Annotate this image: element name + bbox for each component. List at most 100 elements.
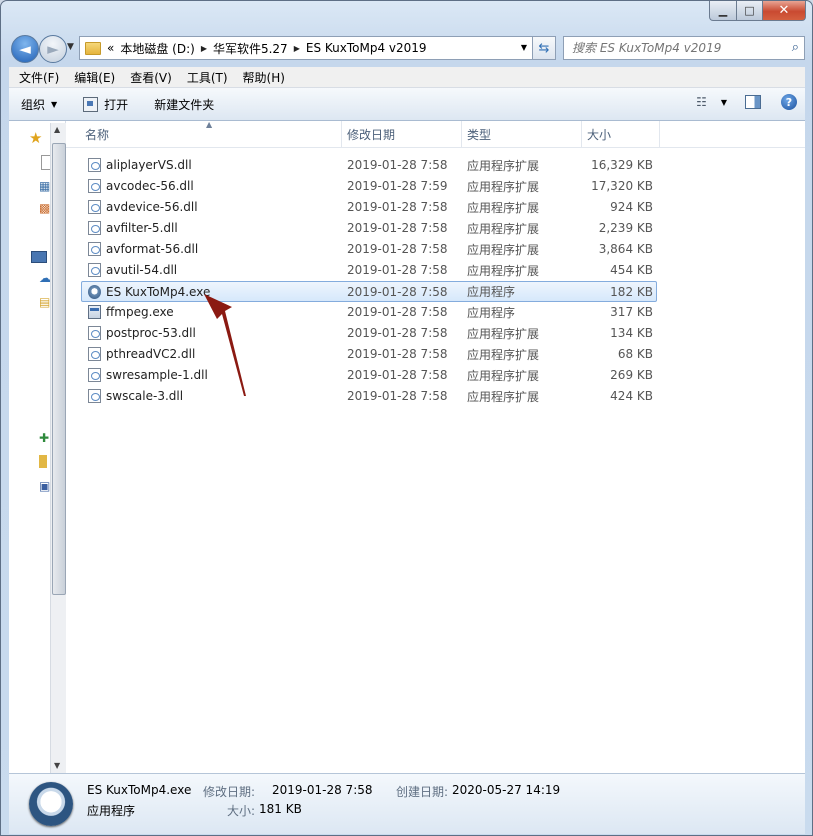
scrollbar-thumb[interactable] [52,143,66,595]
file-row[interactable]: postproc-53.dll 2019-01-28 7:58 应用程序扩展 134 … [82,323,656,343]
search-icon[interactable]: ⌕ [792,40,799,55]
view-options-dropdown[interactable]: ▼ [721,98,727,107]
file-list: ▲ 名称 修改日期 类型 大小 aliplayerVS.dll 2019-01-2… [66,120,805,773]
menu-bar: 文件(F) 编辑(E) 查看(V) 工具(T) 帮助(H) [9,67,805,88]
refresh-button[interactable]: ⇆ [532,36,556,60]
file-name: avfilter-5.dll [106,221,178,235]
file-row[interactable]: swresample-1.dll 2019-01-28 7:58 应用程序扩展 269… [82,365,656,385]
drive-icon[interactable] [39,455,47,468]
forward-button[interactable]: ► [39,35,67,63]
file-size: 68 KB [617,347,653,361]
breadcrumb-overflow[interactable]: « [107,41,114,55]
file-size: 2,239 KB [598,221,653,235]
downloads-icon[interactable]: ▦ [39,179,50,193]
column-size-header[interactable]: 大小 [582,121,660,147]
organize-button[interactable]: 组织 ▼ [21,96,57,113]
file-row[interactable]: ffmpeg.exe 2019-01-28 7:58 应用程序 317 KB [82,302,656,322]
breadcrumb-local-disk[interactable]: 本地磁盘 (D:) [120,40,194,57]
file-name: ffmpeg.exe [106,305,174,319]
details-pane: ES KuxToMp4.exe 应用程序 修改日期: 2019-01-28 7:… [9,773,805,834]
file-name: avdevice-56.dll [106,200,198,214]
file-row[interactable]: ES KuxToMp4.exe 2019-01-28 7:58 应用程序 182 KB [81,281,657,302]
breadcrumb-current-folder[interactable]: ES KuxToMp4 v2019 [306,41,427,55]
breadcrumb-separator[interactable]: ▶ [294,44,300,53]
file-size: 17,320 KB [591,179,653,193]
file-row[interactable]: swscale-3.dll 2019-01-28 7:58 应用程序扩展 424 KB [82,386,656,406]
dll-file-icon [88,158,101,172]
file-date: 2019-01-28 7:58 [347,242,448,256]
details-size-value: 181 KB [259,802,302,816]
file-size: 16,329 KB [591,158,653,172]
file-name: swscale-3.dll [106,389,184,403]
file-row[interactable]: aliplayerVS.dll 2019-01-28 7:58 应用程序扩展 16,3… [82,155,656,175]
file-name: aliplayerVS.dll [106,158,192,172]
favorites-star-icon[interactable]: ★ [29,129,42,147]
recent-places-icon[interactable]: ▩ [39,201,50,215]
scroll-up-arrow-icon[interactable]: ▲ [54,125,60,134]
dll-file-icon [88,221,101,235]
dll-file-icon [88,368,101,382]
libraries-icon[interactable] [31,251,47,263]
column-name-header[interactable]: 名称 [66,121,342,147]
file-row[interactable]: avutil-54.dll 2019-01-28 7:58 应用程序扩展 454 KB [82,260,656,280]
details-file-name: ES KuxToMp4.exe [87,783,192,797]
details-file-type: 应用程序 [87,804,136,818]
back-button[interactable]: ◄ [11,35,39,63]
search-box[interactable]: ⌕ [563,36,805,60]
file-row[interactable]: avfilter-5.dll 2019-01-28 7:58 应用程序扩展 2,239… [82,218,656,238]
file-type: 应用程序 [467,285,516,299]
change-view-icon[interactable]: ☷ [696,95,707,109]
menu-edit[interactable]: 编辑(E) [64,69,120,86]
file-size: 924 KB [610,200,653,214]
file-type: 应用程序扩展 [467,179,540,194]
new-folder-button[interactable]: 新建文件夹 [154,96,214,113]
file-type: 应用程序 [467,305,516,320]
es-kuxtomp4-app-icon [88,284,101,299]
help-icon[interactable]: ? [781,94,797,110]
file-row[interactable]: avcodec-56.dll 2019-01-28 7:59 应用程序扩展 17,32… [82,176,656,196]
breadcrumb-huajun[interactable]: 华军软件5.27 [213,40,288,57]
column-date-header[interactable]: 修改日期 [342,121,462,147]
open-button[interactable]: 打开 [83,96,128,113]
menu-tools[interactable]: 工具(T) [177,69,233,86]
file-type: 应用程序扩展 [467,389,540,404]
recent-pages-dropdown[interactable]: ▼ [67,42,74,52]
file-size: 3,864 KB [598,242,653,256]
file-size: 134 KB [610,326,653,340]
file-date: 2019-01-28 7:58 [347,368,448,382]
file-size: 182 KB [610,284,653,299]
file-name: avformat-56.dll [106,242,199,256]
menu-file[interactable]: 文件(F) [9,69,64,86]
network-drive-icon[interactable]: ▣ [39,479,50,493]
column-type-header[interactable]: 类型 [462,121,582,147]
menu-view[interactable]: 查看(V) [120,69,177,86]
close-button[interactable]: ✕ [763,1,806,21]
address-bar[interactable]: « 本地磁盘 (D:) ▶ 华军软件5.27 ▶ ES KuxToMp4 v20… [79,36,533,60]
file-type: 应用程序扩展 [467,158,540,173]
file-row[interactable]: avdevice-56.dll 2019-01-28 7:58 应用程序扩展 924 … [82,197,656,217]
file-type: 应用程序扩展 [467,221,540,236]
file-size: 454 KB [610,263,653,277]
file-row[interactable]: pthreadVC2.dll 2019-01-28 7:58 应用程序扩展 68 KB [82,344,656,364]
computer-icon[interactable]: ▤ [39,295,50,309]
chevron-down-icon: ▼ [51,99,58,109]
details-modified-label: 修改日期: [203,785,256,799]
breadcrumb-separator[interactable]: ▶ [201,44,207,53]
file-type: 应用程序扩展 [467,263,540,278]
network-icon[interactable]: ✚ [39,431,49,445]
file-name: ES KuxToMp4.exe [106,284,211,299]
preview-pane-icon[interactable] [745,95,761,109]
file-date: 2019-01-28 7:58 [347,389,448,403]
file-date: 2019-01-28 7:59 [347,179,448,193]
maximize-button[interactable]: □ [737,1,763,21]
navigation-scrollbar[interactable]: ▲ ▼ [50,123,66,773]
file-row[interactable]: avformat-56.dll 2019-01-28 7:58 应用程序扩展 3,86… [82,239,656,259]
file-name: pthreadVC2.dll [106,347,196,361]
search-input[interactable] [570,40,784,56]
address-dropdown[interactable]: ▼ [521,43,527,52]
file-size: 424 KB [610,389,653,403]
scroll-down-arrow-icon[interactable]: ▼ [54,761,60,770]
minimize-button[interactable]: ▁ [709,1,737,21]
menu-help[interactable]: 帮助(H) [233,69,290,86]
file-date: 2019-01-28 7:58 [347,221,448,235]
